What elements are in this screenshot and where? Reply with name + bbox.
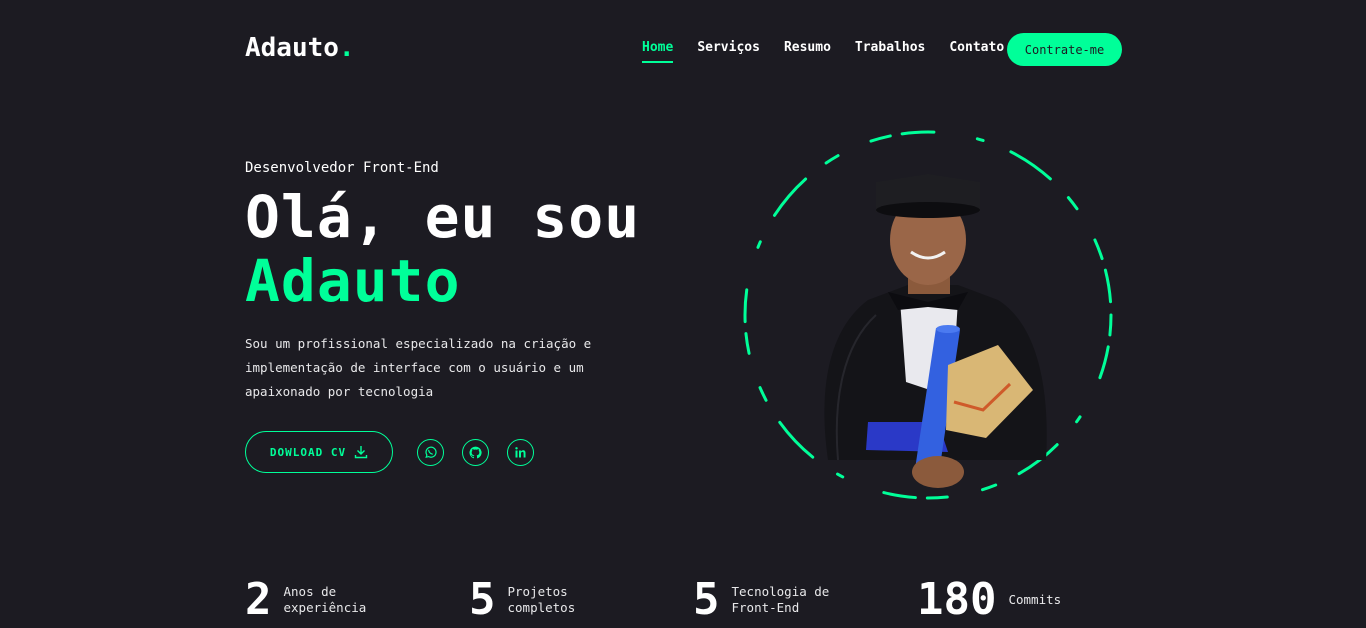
nav-trabalhos[interactable]: Trabalhos xyxy=(855,40,925,63)
stat-projects-line2: completos xyxy=(507,600,576,615)
hero-description: Sou um profissional especializado na cri… xyxy=(245,336,592,399)
stat-projects-number: 5 xyxy=(469,574,496,625)
nav-resumo[interactable]: Resumo xyxy=(784,40,831,63)
stat-projects-line1: Projetos xyxy=(507,584,568,599)
stat-years-line1: Anos de xyxy=(283,584,337,599)
stat-commits: 180 Commits xyxy=(917,578,1061,622)
download-cv-button[interactable]: DOWLOAD CV xyxy=(245,431,393,473)
linkedin-icon xyxy=(515,447,526,458)
hero-role: Desenvolvedor Front-End xyxy=(245,160,439,176)
whatsapp-icon xyxy=(425,446,437,459)
stat-technologies-line1: Tecnologia de xyxy=(731,584,830,599)
logo-text: Adauto xyxy=(245,33,339,63)
stat-projects-label: Projetos completos xyxy=(508,584,576,616)
stat-years-label: Anos de experiência xyxy=(284,584,367,616)
nav-contato[interactable]: Contato xyxy=(949,40,1004,63)
logo-dot: . xyxy=(338,33,355,63)
stat-technologies-line2: Front-End xyxy=(731,600,800,615)
main-nav: Home Serviços Resumo Trabalhos Contato xyxy=(642,40,1004,63)
stat-commits-number: 180 xyxy=(917,574,997,625)
stat-technologies-label: Tecnologia de Front-End xyxy=(732,584,830,616)
nav-servicos[interactable]: Serviços xyxy=(697,40,760,63)
hire-me-button[interactable]: Contrate-me xyxy=(1007,33,1122,66)
hero-heading: Olá, eu sou Adauto xyxy=(245,185,640,313)
stat-technologies-number: 5 xyxy=(693,574,720,625)
stat-years-line2: experiência xyxy=(283,600,367,615)
stat-projects: 5 Projetos completos xyxy=(469,578,575,622)
hero-name: Adauto xyxy=(245,247,461,315)
stat-years-number: 2 xyxy=(245,574,272,625)
whatsapp-link[interactable] xyxy=(417,439,444,466)
github-link[interactable] xyxy=(462,439,489,466)
logo[interactable]: Adauto. xyxy=(245,33,355,63)
stat-commits-label: Commits xyxy=(1008,592,1062,607)
linkedin-link[interactable] xyxy=(507,439,534,466)
stat-technologies: 5 Tecnologia de Front-End xyxy=(693,578,829,622)
stat-years: 2 Anos de experiência xyxy=(245,578,366,622)
github-icon xyxy=(469,446,482,459)
nav-home[interactable]: Home xyxy=(642,40,674,63)
download-icon xyxy=(354,446,368,459)
download-cv-label: DOWLOAD CV xyxy=(269,445,347,459)
portrait-image xyxy=(824,174,1047,488)
hero-greeting: Olá, eu sou xyxy=(245,183,641,251)
